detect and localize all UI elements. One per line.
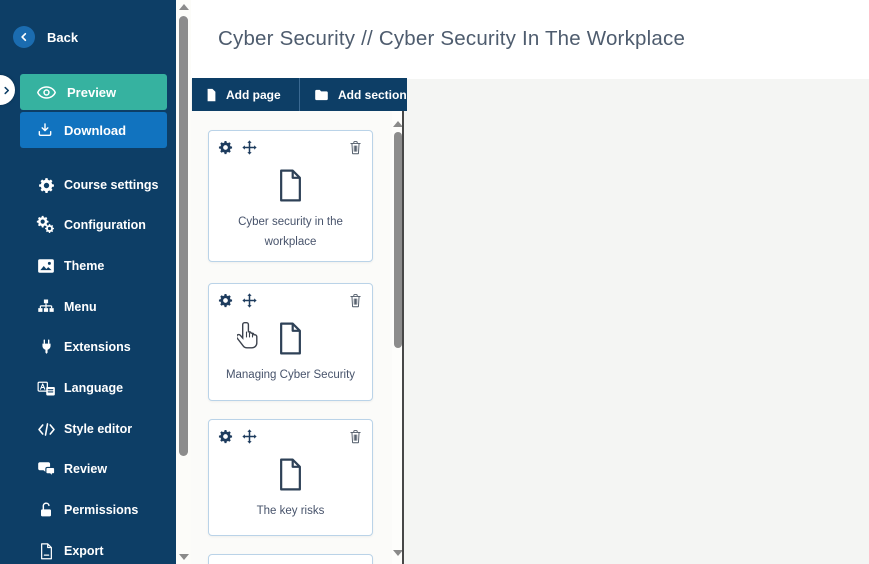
page-scrollbar[interactable] bbox=[176, 0, 191, 564]
gear-icon bbox=[34, 177, 58, 194]
page-icon bbox=[209, 458, 372, 491]
add-section-label: Add section bbox=[338, 88, 407, 102]
preview-button[interactable]: Preview bbox=[20, 74, 167, 110]
page-list-panel: Cyber security in the workplace bbox=[191, 111, 404, 564]
add-page-label: Add page bbox=[226, 88, 281, 102]
page-card-title: The key risks bbox=[209, 501, 372, 521]
folder-icon bbox=[314, 89, 329, 101]
sidebar-item-course-settings[interactable]: Course settings bbox=[0, 165, 176, 205]
preview-label: Preview bbox=[67, 85, 116, 100]
chat-bubbles-icon bbox=[34, 461, 58, 477]
sidebar-item-theme[interactable]: Theme bbox=[0, 246, 176, 286]
app-window: Back Preview Download Course se bbox=[0, 0, 869, 564]
move-icon bbox=[242, 140, 257, 155]
sidebar-item-review[interactable]: Review bbox=[0, 449, 176, 489]
download-label: Download bbox=[64, 123, 126, 138]
card-settings-button[interactable] bbox=[218, 429, 233, 444]
eye-icon bbox=[37, 86, 56, 99]
sidebar-item-menu[interactable]: Menu bbox=[0, 287, 176, 327]
page-card[interactable]: Cyber security in the workplace bbox=[208, 130, 373, 262]
scroll-down-arrow[interactable] bbox=[179, 554, 189, 560]
page-card-title: Cyber security in the workplace bbox=[209, 212, 372, 252]
sidebar-item-style-editor[interactable]: Style editor bbox=[0, 409, 176, 449]
page-icon bbox=[209, 322, 372, 355]
chevron-left-icon bbox=[13, 26, 35, 48]
card-delete-button[interactable] bbox=[348, 139, 363, 156]
card-settings-button[interactable] bbox=[218, 140, 233, 155]
card-drag-handle[interactable] bbox=[242, 293, 257, 308]
gears-icon bbox=[34, 215, 58, 235]
move-icon bbox=[242, 293, 257, 308]
add-page-button[interactable]: Add page bbox=[192, 78, 299, 111]
page-icon bbox=[206, 88, 217, 102]
scroll-up-arrow[interactable] bbox=[179, 4, 189, 10]
page-card[interactable]: Managing Cyber Security bbox=[208, 283, 373, 401]
card-settings-button[interactable] bbox=[218, 293, 233, 308]
main-header: Cyber Security // Cyber Security In The … bbox=[191, 0, 869, 79]
trash-icon bbox=[348, 292, 363, 309]
export-document-icon bbox=[34, 543, 58, 560]
card-delete-button[interactable] bbox=[348, 292, 363, 309]
scroll-down-arrow[interactable] bbox=[393, 550, 403, 556]
code-icon bbox=[34, 422, 58, 437]
chevron-right-icon bbox=[1, 85, 12, 96]
add-section-button[interactable]: Add section bbox=[300, 78, 407, 111]
main-content: Cyber Security // Cyber Security In The … bbox=[191, 0, 869, 564]
translate-icon bbox=[34, 380, 58, 397]
move-icon bbox=[242, 429, 257, 444]
card-drag-handle[interactable] bbox=[242, 429, 257, 444]
gear-icon bbox=[218, 140, 233, 155]
sidebar-item-language[interactable]: Language bbox=[0, 368, 176, 408]
gear-icon bbox=[218, 429, 233, 444]
image-icon bbox=[34, 257, 58, 275]
card-drag-handle[interactable] bbox=[242, 140, 257, 155]
trash-icon bbox=[348, 139, 363, 156]
page-list-scrollbar-thumb[interactable] bbox=[394, 132, 402, 348]
download-button[interactable]: Download bbox=[20, 112, 167, 148]
unlock-icon bbox=[34, 501, 58, 519]
sidebar-item-permissions[interactable]: Permissions bbox=[0, 490, 176, 530]
page-list-scrollbar[interactable] bbox=[392, 111, 403, 564]
download-icon bbox=[37, 122, 53, 138]
page-title: Cyber Security // Cyber Security In The … bbox=[218, 27, 685, 51]
page-scrollbar-thumb[interactable] bbox=[179, 16, 188, 456]
sidebar-item-export[interactable]: Export bbox=[0, 531, 176, 564]
sidebar-item-configuration[interactable]: Configuration bbox=[0, 205, 176, 245]
sitemap-icon bbox=[34, 298, 58, 316]
gear-icon bbox=[218, 293, 233, 308]
page-icon bbox=[209, 169, 372, 202]
page-card[interactable]: The key risks bbox=[208, 419, 373, 536]
back-label: Back bbox=[47, 30, 78, 45]
sidebar: Back Preview Download Course se bbox=[0, 0, 176, 564]
page-card-partial[interactable] bbox=[208, 554, 373, 564]
back-button[interactable]: Back bbox=[13, 24, 78, 50]
sidebar-item-extensions[interactable]: Extensions bbox=[0, 327, 176, 367]
scroll-up-arrow[interactable] bbox=[393, 121, 403, 127]
card-delete-button[interactable] bbox=[348, 428, 363, 445]
plug-icon bbox=[34, 338, 58, 356]
trash-icon bbox=[348, 428, 363, 445]
structure-toolbar: Add page Add section bbox=[192, 78, 407, 111]
page-card-title: Managing Cyber Security bbox=[209, 365, 372, 385]
